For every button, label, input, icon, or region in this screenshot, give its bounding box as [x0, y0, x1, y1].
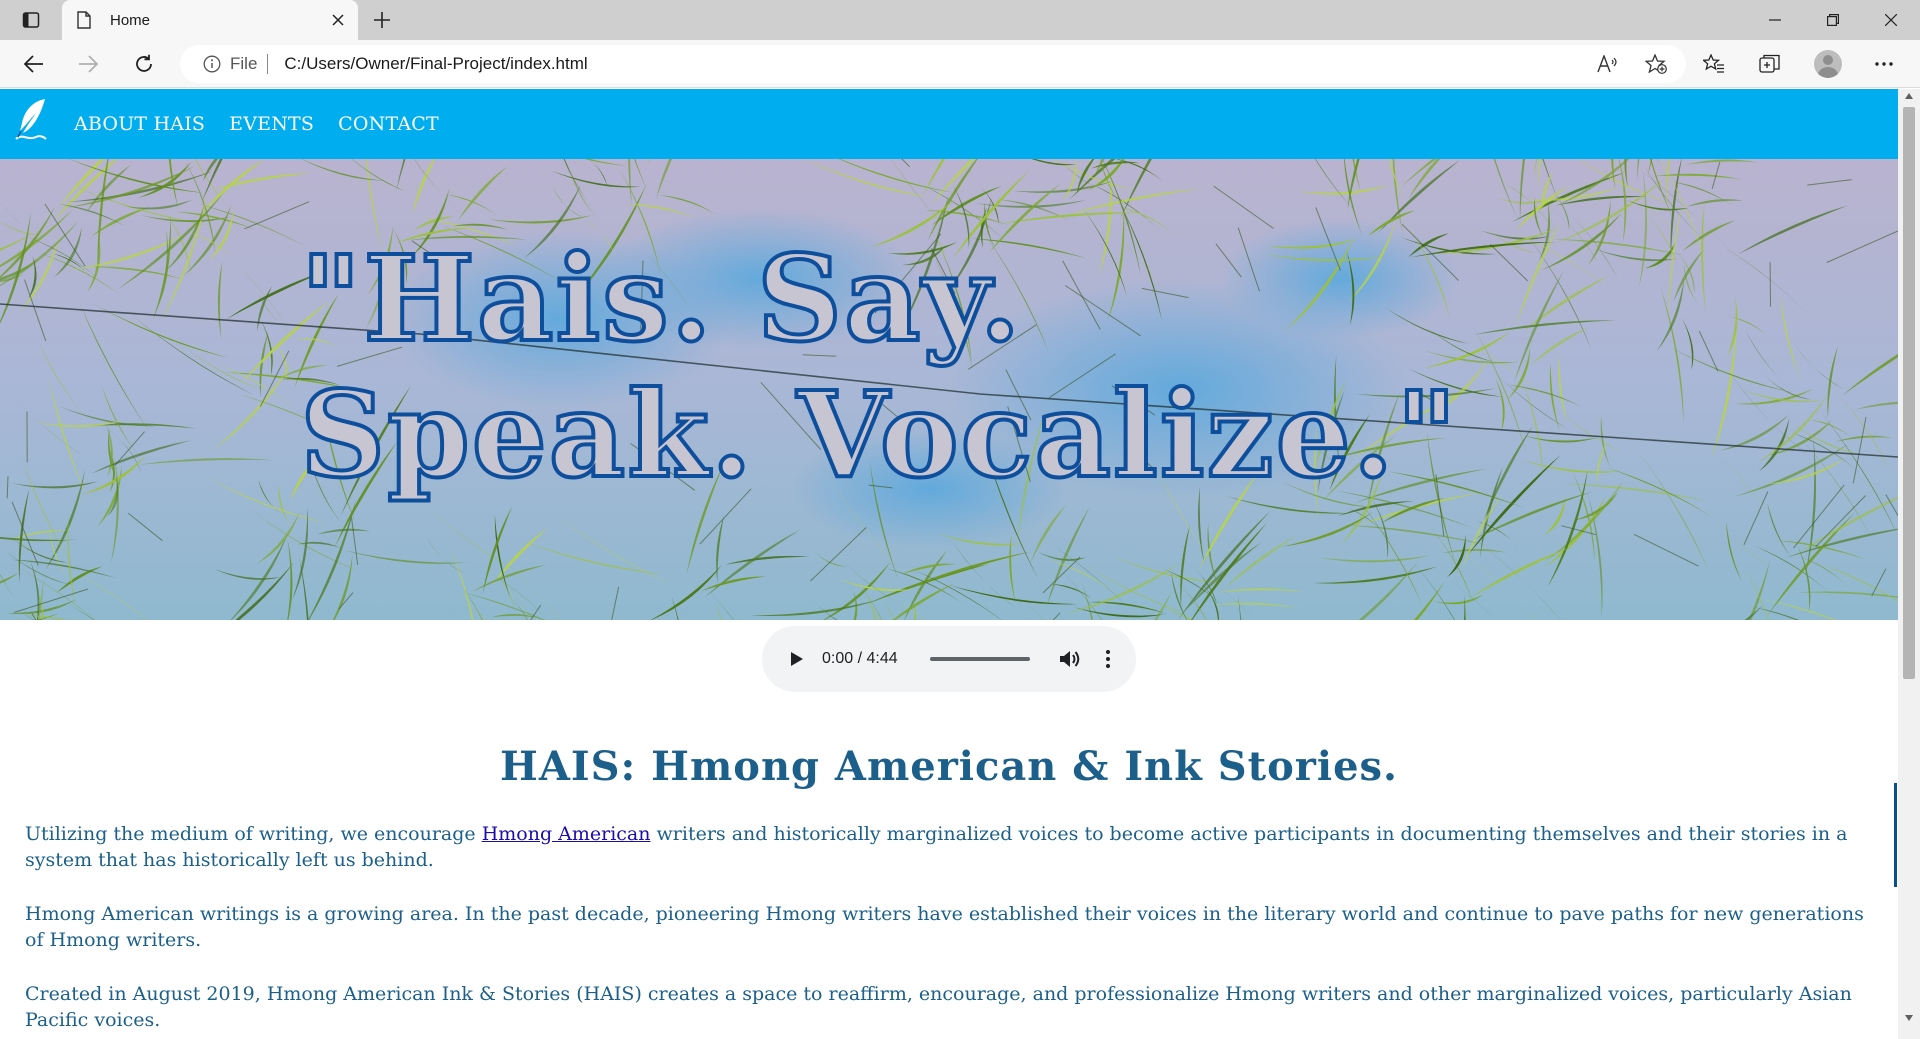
info-icon[interactable]: [202, 54, 222, 74]
close-icon: [1885, 14, 1897, 26]
favorites-icon: [1703, 54, 1724, 73]
more-vertical-icon: [1106, 650, 1110, 668]
avatar: [1814, 50, 1842, 78]
history-paragraph: Created in August 2019, Hmong American I…: [25, 983, 1852, 1031]
browser-titlebar: Home: [0, 0, 1920, 40]
tab-actions-button[interactable]: [14, 8, 48, 32]
back-button[interactable]: [16, 48, 52, 80]
arrow-right-icon: [79, 55, 98, 73]
read-aloud-button[interactable]: [1590, 48, 1626, 80]
forward-button[interactable]: [70, 48, 106, 80]
close-window-button[interactable]: [1862, 0, 1920, 40]
arrow-left-icon: [24, 55, 43, 73]
page-viewport: ABOUT HAIS EVENTS CONTACT "Hais. Say. Sp…: [0, 89, 1898, 1039]
refresh-button[interactable]: [126, 48, 162, 80]
window-controls: [1746, 0, 1920, 40]
page-icon: [74, 10, 94, 30]
nav-link-contact[interactable]: CONTACT: [338, 113, 439, 135]
growth-paragraph: Hmong American writings is a growing are…: [25, 903, 1864, 951]
hmong-american-link[interactable]: Hmong American: [482, 823, 651, 845]
intro-paragraph: Utilizing the medium of writing, we enco…: [25, 821, 1865, 873]
scrollbar-thumb[interactable]: [1903, 107, 1915, 679]
tab-close-button[interactable]: [324, 6, 352, 34]
browser-toolbar: File C:/Users/Owner/Final-Project/index.…: [0, 40, 1920, 88]
page-scrollbar[interactable]: [1898, 89, 1920, 1039]
volume-icon: [1060, 651, 1080, 667]
refresh-icon: [136, 54, 152, 72]
hero-quote: "Hais. Say. Speak. Vocalize.": [298, 229, 1460, 505]
new-tab-button[interactable]: [368, 6, 396, 34]
audio-time-display: 0:00 / 4:44: [822, 650, 898, 667]
audio-volume-button[interactable]: [1058, 647, 1082, 671]
intro-text-before: Utilizing the medium of writing, we enco…: [25, 823, 482, 845]
browser-tab-home[interactable]: Home: [62, 0, 358, 40]
add-favorite-button[interactable]: [1638, 48, 1674, 80]
site-nav-links: ABOUT HAIS EVENTS CONTACT: [74, 89, 463, 159]
profile-button[interactable]: [1810, 48, 1846, 80]
audio-progress-slider[interactable]: [930, 657, 1030, 661]
restore-icon: [1827, 14, 1839, 26]
focus-edge-marker: [1894, 783, 1897, 887]
play-icon: [791, 652, 803, 666]
audio-play-button[interactable]: [786, 648, 808, 670]
star-add-icon: [1645, 54, 1667, 74]
scroll-down-arrow[interactable]: [1904, 1013, 1914, 1023]
more-horizontal-icon: [1875, 62, 1893, 66]
triangle-down-icon: [1905, 1015, 1913, 1021]
address-bar[interactable]: File C:/Users/Owner/Final-Project/index.…: [180, 45, 1686, 83]
restore-button[interactable]: [1804, 0, 1862, 40]
quill-logo-icon[interactable]: [12, 97, 48, 143]
hero-banner: "Hais. Say. Speak. Vocalize.": [0, 159, 1898, 620]
address-separator: [267, 54, 269, 74]
audio-options-button[interactable]: [1096, 647, 1120, 671]
tab-title: Home: [110, 11, 151, 29]
minimize-icon: [1769, 19, 1781, 21]
collections-icon: [1759, 54, 1780, 73]
close-icon: [332, 14, 344, 26]
triangle-up-icon: [1905, 93, 1913, 99]
tab-actions-icon: [22, 12, 40, 28]
settings-more-button[interactable]: [1866, 48, 1902, 80]
collections-button[interactable]: [1752, 48, 1788, 80]
address-url[interactable]: C:/Users/Owner/Final-Project/index.html: [284, 54, 1590, 74]
read-aloud-icon: [1597, 55, 1617, 73]
audio-player[interactable]: 0:00 / 4:44: [762, 626, 1136, 692]
nav-link-events[interactable]: EVENTS: [229, 113, 314, 135]
scroll-up-arrow[interactable]: [1904, 91, 1914, 101]
site-navbar: ABOUT HAIS EVENTS CONTACT: [0, 89, 1898, 159]
page-heading: HAIS: Hmong American & Ink Stories.: [500, 743, 1398, 790]
nav-link-about-hais[interactable]: ABOUT HAIS: [74, 113, 205, 135]
minimize-button[interactable]: [1746, 0, 1804, 40]
favorites-button[interactable]: [1696, 48, 1732, 80]
plus-icon: [374, 12, 390, 28]
address-scheme-label: File: [230, 54, 258, 73]
